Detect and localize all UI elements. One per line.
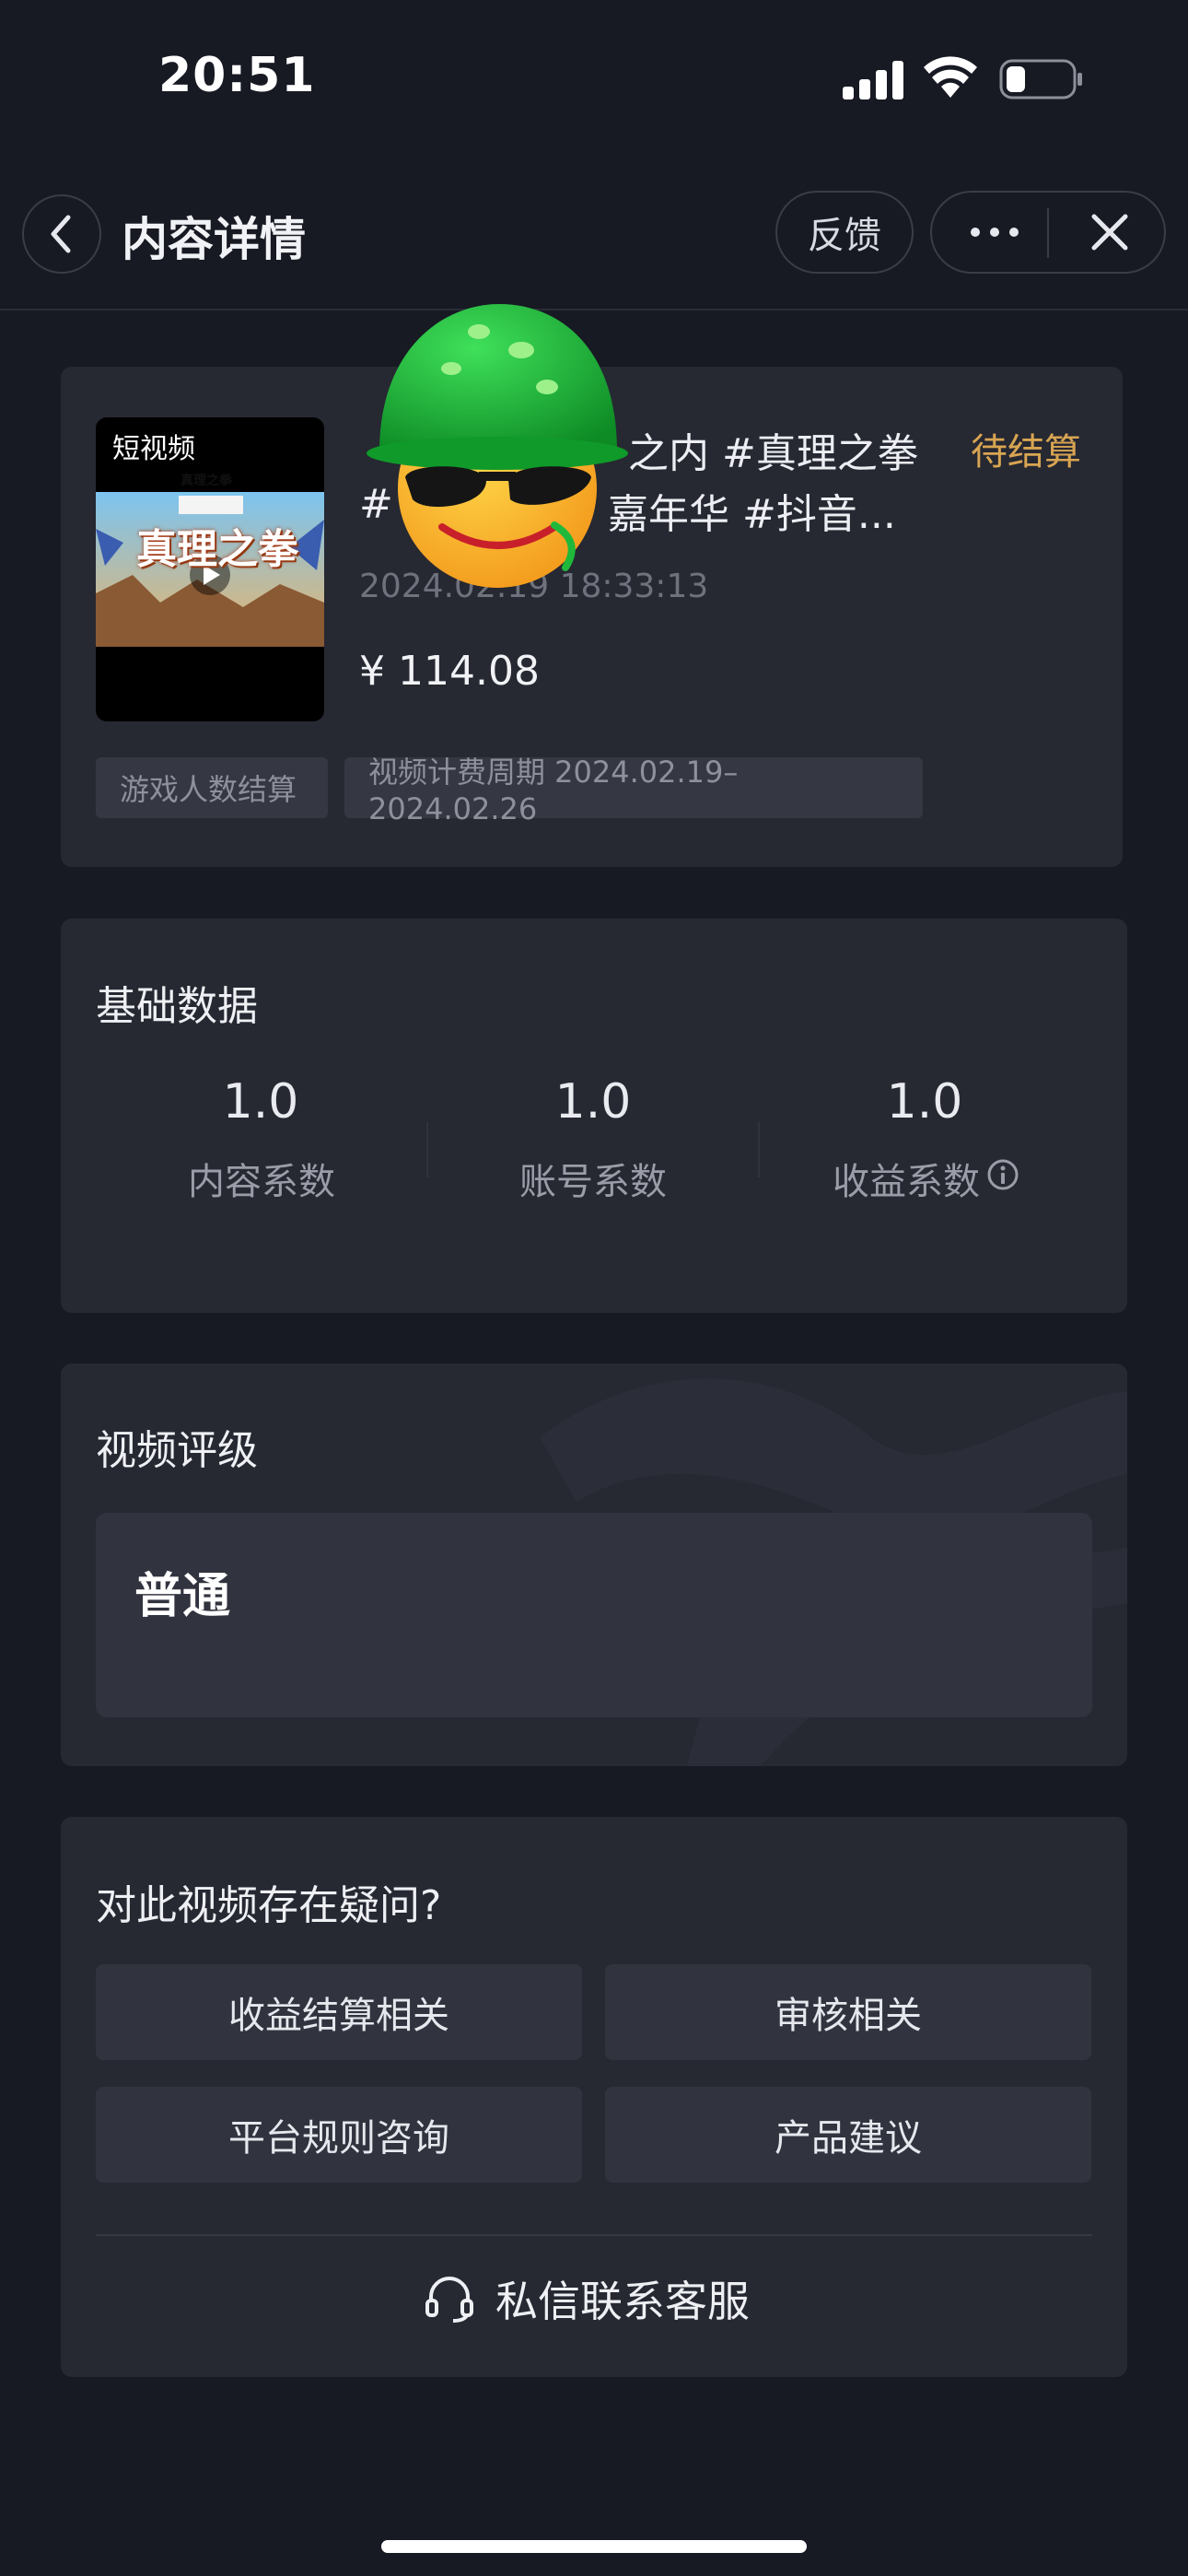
rating-value: 普通: [134, 1569, 231, 1624]
revenue-coefficient-label: 收益系数: [833, 1161, 980, 1203]
account-coefficient-label: 账号系数: [519, 1161, 667, 1203]
basic-data-title: 基础数据: [96, 983, 258, 1030]
capsule-divider: [1047, 208, 1049, 258]
thumbnail-game-title: 真理之拳: [136, 526, 298, 573]
revenue-amount: ¥ 114.08: [359, 648, 540, 695]
feedback-button[interactable]: 反馈: [775, 191, 914, 274]
battery-icon: [999, 59, 1082, 100]
content-coefficient-value: 1.0: [222, 1074, 299, 1130]
metric-divider: [758, 1122, 760, 1177]
wifi-icon: [924, 56, 977, 98]
home-indicator[interactable]: [381, 2540, 807, 2553]
thumbnail-game-title-small: 真理之拳: [181, 474, 232, 488]
more-icon: [971, 228, 1019, 237]
contact-support-button[interactable]: 私信联系客服: [424, 2266, 750, 2331]
info-icon[interactable]: [985, 1157, 1020, 1192]
tag-settlement-type: 游戏人数结算: [96, 757, 328, 818]
cellular-signal-icon: [843, 61, 903, 100]
video-rating-title: 视频评级: [96, 1427, 258, 1474]
more-button[interactable]: [949, 201, 1041, 263]
question-title: 对此视频存在疑问?: [96, 1882, 442, 1929]
contact-support-label: 私信联系客服: [495, 2277, 750, 2326]
review-question-button[interactable]: 审核相关: [605, 1964, 1091, 2060]
back-button[interactable]: [22, 194, 101, 274]
revenue-coefficient-value: 1.0: [886, 1074, 963, 1130]
thumbnail-type-tag: 短视频: [112, 433, 195, 465]
product-suggestion-button[interactable]: 产品建议: [605, 2087, 1091, 2183]
rating-box: [96, 1513, 1092, 1717]
status-time: 20:51: [158, 48, 316, 103]
chevron-left-icon: [51, 215, 71, 253]
settlement-status: 待结算: [971, 431, 1081, 474]
close-button[interactable]: [1068, 201, 1151, 263]
sticker-emoji-icon: [367, 304, 628, 588]
close-icon: [1091, 214, 1128, 251]
divider: [96, 2234, 1092, 2236]
settlement-question-button[interactable]: 收益结算相关: [96, 1964, 582, 2060]
page-title: 内容详情: [122, 213, 306, 266]
account-coefficient-value: 1.0: [554, 1074, 632, 1130]
content-coefficient-label: 内容系数: [188, 1161, 335, 1203]
video-title-line1: 之内 #真理之拳: [628, 430, 918, 477]
headset-icon: [425, 2277, 473, 2323]
tag-billing-period: 视频计费周期 2024.02.19–2024.02.26: [344, 755, 923, 826]
platform-rules-button[interactable]: 平台规则咨询: [96, 2087, 582, 2183]
